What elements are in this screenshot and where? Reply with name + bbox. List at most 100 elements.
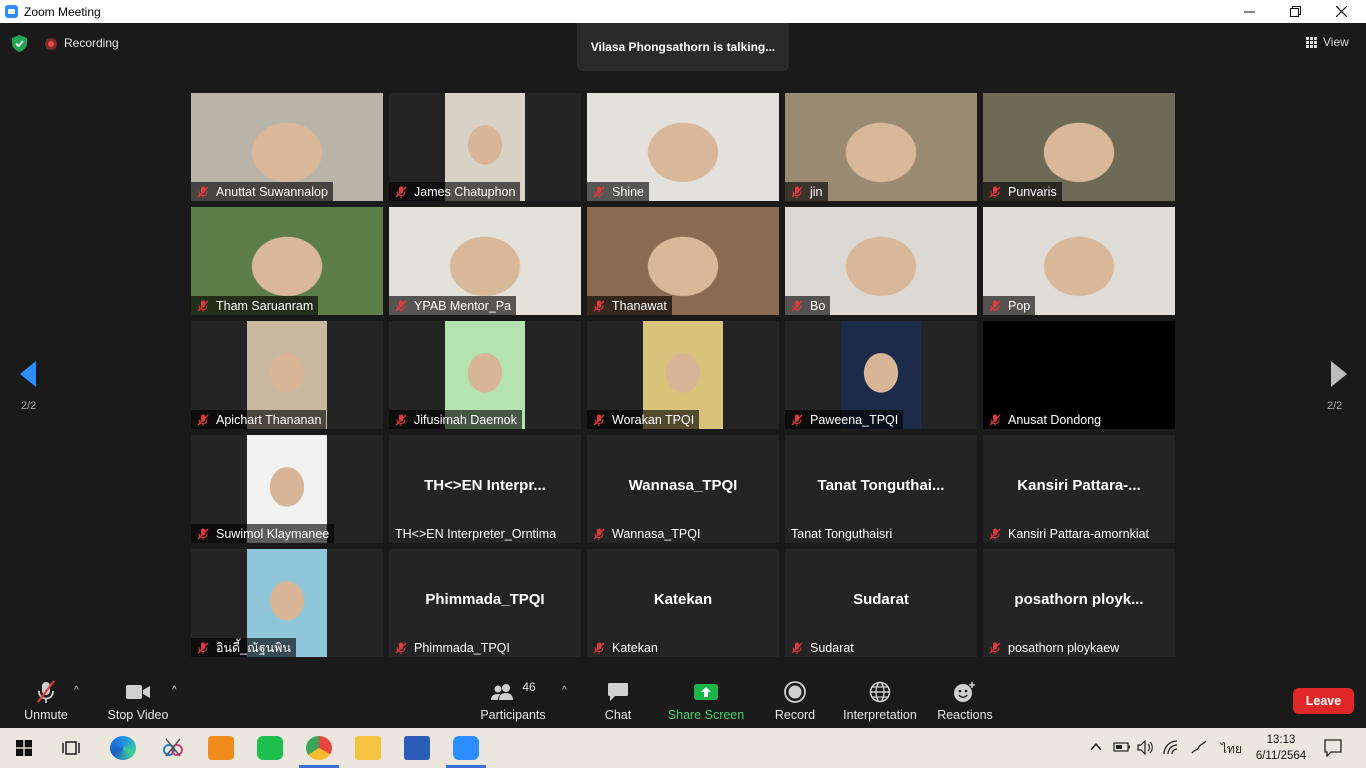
previous-page-arrow-icon[interactable] <box>18 359 40 389</box>
participant-tile[interactable]: Kansiri Pattara-... Kansiri Pattara-amorn… <box>983 435 1175 543</box>
recording-label[interactable]: Recording <box>64 36 119 50</box>
participant-tile[interactable]: Worakan TPQI <box>587 321 779 429</box>
participant-name: Anuttat Suwannalop <box>216 184 328 199</box>
participant-name-bar: jin <box>785 182 828 201</box>
participant-name: Thanawat <box>612 298 667 313</box>
participant-name: Kansiri Pattara-amornkiat <box>1008 526 1150 541</box>
notifications-icon[interactable] <box>1324 739 1342 757</box>
muted-microphone-icon <box>197 528 209 540</box>
next-page-arrow-icon[interactable] <box>1327 359 1349 389</box>
reactions-button[interactable]: Reactions <box>936 672 994 728</box>
share-screen-button[interactable]: Share Screen <box>668 672 744 728</box>
participant-name-bar: อินดี้_ณัฐนพิน <box>191 638 296 657</box>
video-options-chevron-up-icon[interactable]: ^ <box>172 685 177 696</box>
gallery-grid-icon <box>1306 36 1317 48</box>
participant-tile[interactable]: Tanat Tonguthai... Tanat Tonguthaisri <box>785 435 977 543</box>
stop-video-button[interactable]: Stop Video <box>104 672 172 728</box>
edge-browser-icon[interactable] <box>110 736 136 760</box>
muted-microphone-icon <box>197 186 209 198</box>
participant-tile[interactable]: Katekan Katekan <box>587 549 779 657</box>
participant-name-bar: Paweena_TPQI <box>785 410 904 429</box>
participant-name-bar: Thanawat <box>587 296 672 315</box>
wifi-icon[interactable] <box>1162 739 1180 755</box>
participants-icon <box>491 684 514 700</box>
muted-microphone-icon <box>593 186 605 198</box>
participant-tile[interactable]: อินดี้_ณัฐนพิน <box>191 549 383 657</box>
participant-tile[interactable]: jin <box>785 93 977 201</box>
participant-tile[interactable]: Wannasa_TPQI Wannasa_TPQI <box>587 435 779 543</box>
participant-tile[interactable]: Paweena_TPQI <box>785 321 977 429</box>
leave-button[interactable]: Leave <box>1293 688 1354 714</box>
participants-button[interactable]: 46 Participants <box>478 672 548 728</box>
participant-tile[interactable]: Suwimol Klaymanee <box>191 435 383 543</box>
muted-microphone-icon <box>197 300 209 312</box>
clock-date: 6/11/2564 <box>1255 750 1307 762</box>
participant-tile[interactable]: posathorn ployk... posathorn ploykaew <box>983 549 1175 657</box>
chat-button[interactable]: Chat <box>598 672 638 728</box>
pen-ink-icon[interactable] <box>1190 739 1208 755</box>
participant-tile[interactable]: Sudarat Sudarat <box>785 549 977 657</box>
pdf-app-icon[interactable] <box>208 736 234 760</box>
participant-tile[interactable]: Tham Saruanram <box>191 207 383 315</box>
snipping-tool-icon[interactable] <box>160 736 186 760</box>
participant-tile[interactable]: Jifusimah Daemok <box>389 321 581 429</box>
chat-label: Chat <box>604 708 632 722</box>
windows-start-icon[interactable] <box>16 740 32 756</box>
participant-tile[interactable]: Phimmada_TPQI Phimmada_TPQI <box>389 549 581 657</box>
muted-microphone-icon <box>989 186 1001 198</box>
participant-tile[interactable]: Thanawat <box>587 207 779 315</box>
participant-tile[interactable]: YPAB Mentor_Pa <box>389 207 581 315</box>
participant-name-bar: posathorn ploykaew <box>983 638 1124 657</box>
unmute-button[interactable]: Unmute <box>18 672 74 728</box>
participant-tile[interactable]: Apichart Thananan <box>191 321 383 429</box>
participant-tile[interactable]: Anusat Dondong <box>983 321 1175 429</box>
minimize-button[interactable] <box>1226 0 1272 23</box>
participant-name: James Chatuphon <box>414 184 516 199</box>
participant-display-name: Tanat Tonguthai... <box>817 477 945 494</box>
audio-options-chevron-up-icon[interactable]: ^ <box>74 685 79 696</box>
participant-name: Jifusimah Daemok <box>414 412 517 427</box>
window-title: Zoom Meeting <box>24 4 101 19</box>
zoom-taskbar-icon[interactable] <box>453 736 479 760</box>
volume-icon[interactable] <box>1137 740 1155 755</box>
system-clock[interactable]: 13:13 6/11/2564 <box>1254 732 1308 764</box>
view-button[interactable]: View <box>1306 35 1349 49</box>
participant-tile[interactable]: Shine <box>587 93 779 201</box>
globe-icon <box>869 681 891 703</box>
participant-tile[interactable]: TH<>EN Interpr... TH<>EN Interpreter_Ornt… <box>389 435 581 543</box>
maximize-button[interactable] <box>1272 0 1318 23</box>
line-app-icon[interactable] <box>257 736 283 760</box>
participants-label: Participants <box>480 708 546 722</box>
participant-tile[interactable]: Bo <box>785 207 977 315</box>
close-button[interactable] <box>1318 0 1364 23</box>
muted-microphone-icon <box>791 642 803 654</box>
record-button[interactable]: Record <box>772 672 818 728</box>
muted-microphone-icon <box>395 414 407 426</box>
muted-microphone-icon <box>989 300 1001 312</box>
participant-name: Pop <box>1008 298 1031 313</box>
chevron-up-icon[interactable] <box>1090 742 1102 752</box>
battery-icon[interactable] <box>1113 741 1131 753</box>
interpretation-button[interactable]: Interpretation <box>840 672 920 728</box>
participant-tile[interactable]: Anuttat Suwannalop <box>191 93 383 201</box>
word-app-icon[interactable] <box>404 736 430 760</box>
participant-name: Tham Saruanram <box>216 298 314 313</box>
clock-time: 13:13 <box>1266 734 1296 746</box>
participant-name: Wannasa_TPQI <box>612 526 701 541</box>
participant-tile[interactable]: Pop <box>983 207 1175 315</box>
participant-name: Sudarat <box>810 640 854 655</box>
participant-name: posathorn ploykaew <box>1008 640 1120 655</box>
input-language[interactable]: ไทย <box>1221 740 1242 759</box>
participant-tile[interactable]: James Chatuphon <box>389 93 581 201</box>
participant-name-bar: TH<>EN Interpreter_Orntima <box>389 524 561 543</box>
muted-microphone-icon <box>791 186 803 198</box>
participants-options-chevron-up-icon[interactable]: ^ <box>562 685 567 696</box>
participant-name: Shine <box>612 184 644 199</box>
file-explorer-icon[interactable] <box>355 736 381 760</box>
task-view-icon[interactable] <box>62 740 80 756</box>
page-indicator-left: 2/2 <box>21 400 37 412</box>
participant-tile[interactable]: Punvaris <box>983 93 1175 201</box>
chrome-browser-icon[interactable] <box>306 736 332 760</box>
participant-display-name: Kansiri Pattara-... <box>1017 477 1141 494</box>
security-shield-icon[interactable] <box>12 35 27 52</box>
